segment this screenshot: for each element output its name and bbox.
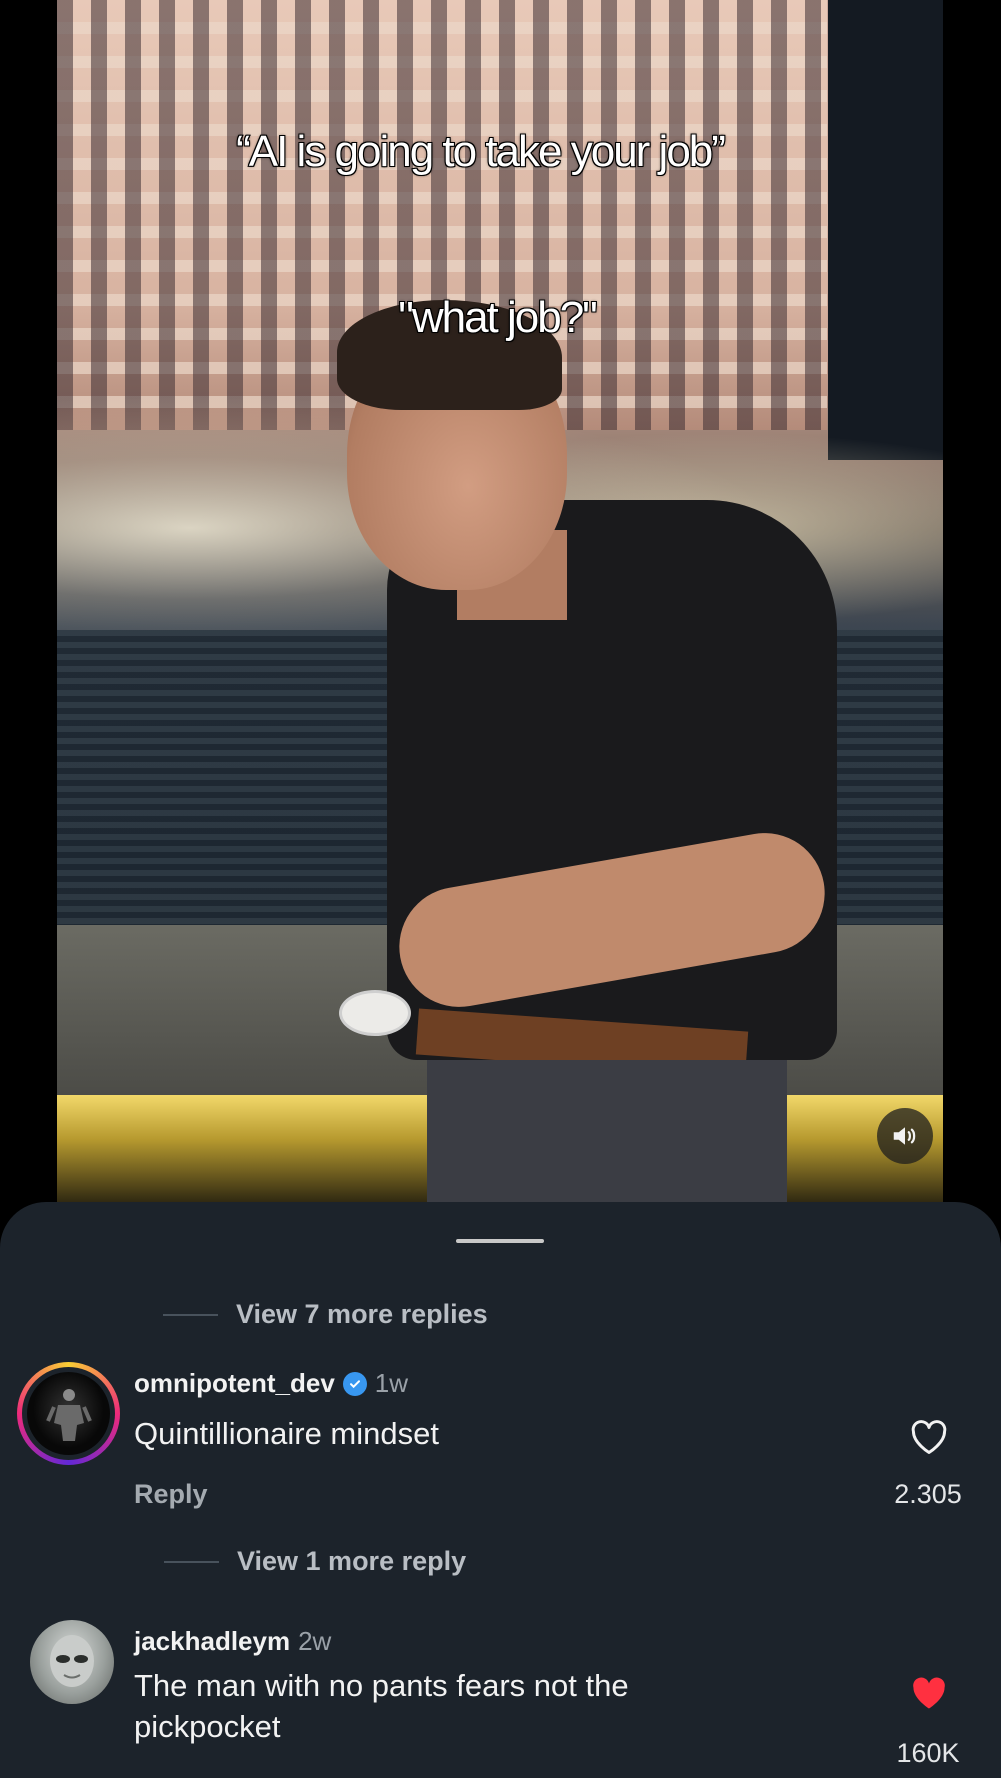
comment-time: 1w	[374, 1368, 409, 1398]
view-more-replies-label: View 7 more replies	[236, 1299, 488, 1329]
mute-button[interactable]	[877, 1108, 933, 1164]
caption-top: “AI is going to take your job”	[235, 126, 727, 177]
sheet-drag-handle[interactable]	[456, 1239, 544, 1243]
reply-thread-line	[163, 1313, 218, 1316]
like-count: 160K	[896, 1738, 960, 1768]
comments-sheet: View 7 more replies omnipotent_dev 1w Qu…	[0, 1202, 1001, 1778]
verified-badge-icon	[342, 1371, 367, 1396]
video-player[interactable]: “AI is going to take your job” "what job…	[57, 0, 943, 1205]
comment-text: Quintillionaire mindset	[134, 1416, 439, 1451]
caption-bottom: "what job?"	[397, 292, 599, 343]
comment-header: omnipotent_dev 1w	[134, 1368, 408, 1399]
comment-username[interactable]: omnipotent_dev	[134, 1368, 335, 1399]
like-count: 2.305	[894, 1479, 962, 1509]
view-more-replies-link[interactable]: View 1 more reply	[164, 1546, 466, 1577]
video-subject	[327, 300, 887, 1205]
comment-header: jackhadleym 2w	[134, 1626, 331, 1657]
avatar-omnipotent-dev[interactable]	[17, 1362, 120, 1465]
heart-outline-icon	[911, 1420, 947, 1455]
reply-button[interactable]: Reply	[134, 1479, 208, 1510]
heart-filled-icon	[913, 1677, 945, 1709]
comment-username[interactable]: jackhadleym	[134, 1626, 290, 1657]
view-more-replies-link[interactable]: View 7 more replies	[163, 1299, 488, 1330]
comment-text: The man with no pants fears not the pick…	[134, 1668, 629, 1744]
view-more-replies-label: View 1 more reply	[237, 1546, 467, 1576]
avatar-jackhadleym[interactable]	[30, 1620, 114, 1704]
profile-photo-figure	[45, 1388, 92, 1441]
comment-time: 2w	[298, 1626, 332, 1656]
speaker-muted-icon	[893, 1127, 916, 1145]
profile-photo-face	[50, 1635, 94, 1687]
reply-thread-line	[164, 1560, 219, 1563]
small-container	[339, 990, 411, 1036]
grey-pants	[427, 1060, 787, 1205]
like-button[interactable]	[908, 1416, 950, 1458]
like-button[interactable]	[908, 1672, 950, 1714]
